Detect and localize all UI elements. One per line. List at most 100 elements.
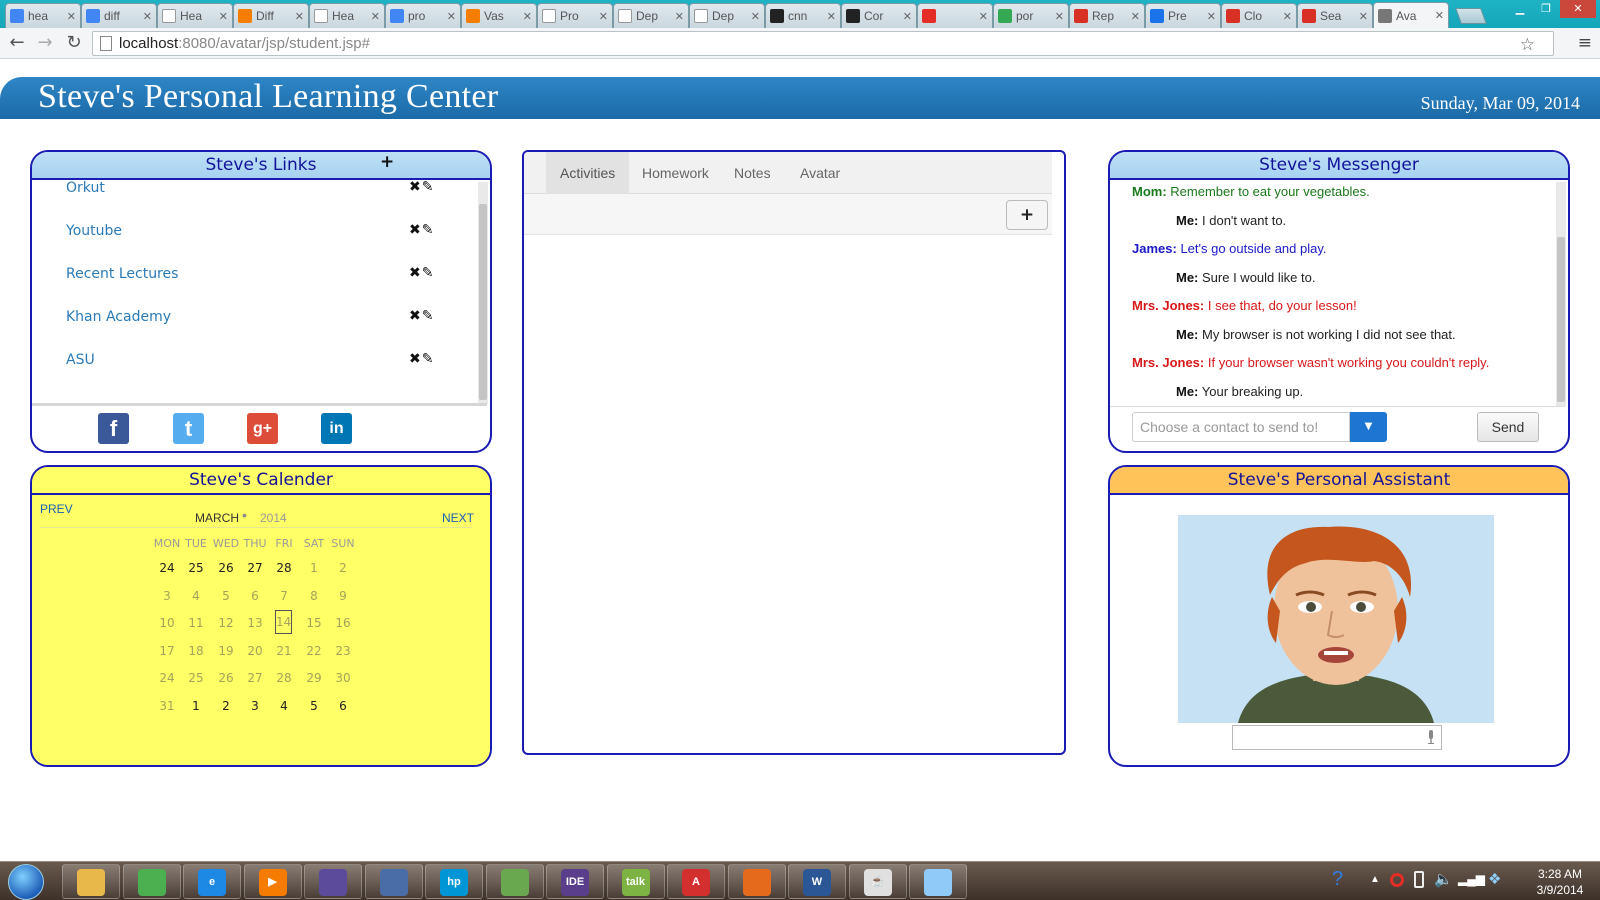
taskbar-app-java[interactable]: ☕ [848,864,907,899]
beats-audio-icon[interactable] [1390,873,1404,887]
browser-tab[interactable]: Sea ✕ [1297,3,1373,28]
messenger-scrollbar[interactable] [1556,182,1566,406]
calendar-day[interactable]: 21 [272,644,296,658]
link-item[interactable]: Orkut [66,180,105,196]
assistant-avatar[interactable] [1178,515,1494,723]
restore-icon[interactable]: ❐ [1534,0,1558,18]
reload-icon[interactable]: ↻ [62,32,86,54]
edit-link-icon[interactable]: ✎ [422,308,435,324]
bookmark-star-icon[interactable]: ☆ [1520,33,1535,56]
close-tab-icon[interactable]: ✕ [903,10,912,23]
calendar-day[interactable]: 27 [243,671,267,685]
minimize-icon[interactable]: ▁ [1508,0,1532,18]
back-icon[interactable]: ← [5,32,29,54]
close-tab-icon[interactable]: ✕ [1435,9,1444,22]
calendar-day[interactable]: 24 [155,561,179,575]
tab-avatar[interactable]: Avatar [786,152,854,194]
browser-tab[interactable]: Hea ✕ [309,3,385,28]
show-hidden-icons[interactable]: ▲ [1370,874,1380,885]
browser-tab[interactable]: cnn ✕ [765,3,841,28]
taskbar-app-chrome[interactable] [122,864,181,899]
address-bar[interactable]: localhost:8080/avatar/jsp/student.jsp# ☆ [92,31,1554,56]
taskbar-app-hp[interactable]: hp [425,864,483,899]
google-plus-icon[interactable]: g+ [247,413,278,444]
new-tab-button[interactable] [1455,8,1487,24]
forward-icon[interactable]: → [33,32,57,54]
taskbar-app-remote-desktop[interactable] [364,864,423,899]
calendar-day[interactable]: 1 [184,699,208,713]
calendar-day[interactable]: 20 [243,644,267,658]
calendar-day[interactable]: 13 [243,616,267,630]
browser-tab[interactable]: Dep ✕ [613,3,689,28]
calendar-day[interactable]: 5 [302,699,326,713]
close-tab-icon[interactable]: ✕ [1131,10,1140,23]
calendar-day[interactable]: 11 [184,616,208,630]
calendar-day[interactable]: 17 [155,644,179,658]
tab-activities[interactable]: Activities [546,152,630,194]
browser-tab[interactable]: Cor ✕ [841,3,917,28]
link-item[interactable]: Recent Lectures [66,266,178,282]
calendar-day[interactable]: 6 [331,699,355,713]
close-tab-icon[interactable]: ✕ [1283,10,1292,23]
taskbar-app-paint[interactable] [909,864,967,899]
close-tab-icon[interactable]: ✕ [523,10,532,23]
twitter-icon[interactable]: t [173,413,204,444]
delete-link-icon[interactable]: ✖ [409,222,422,238]
edit-link-icon[interactable]: ✎ [422,351,435,367]
network-signal-icon[interactable]: ▂▄▆ [1458,872,1485,886]
contact-input[interactable]: Choose a contact to send to! [1132,412,1350,442]
browser-tab[interactable]: por ✕ [993,3,1069,28]
speech-input[interactable] [1232,725,1442,750]
dropbox-icon[interactable]: ❖ [1488,870,1501,888]
battery-icon[interactable] [1414,871,1424,888]
browser-tab[interactable]: Pre ✕ [1145,3,1221,28]
calendar-day[interactable]: 18 [184,644,208,658]
calendar-next-link[interactable]: NEXT [442,511,474,525]
browser-tab[interactable]: Clo ✕ [1221,3,1297,28]
taskbar-app-internet-explorer[interactable]: e [183,864,241,899]
close-tab-icon[interactable]: ✕ [219,10,228,23]
taskbar-app-chart-app[interactable] [485,864,544,899]
calendar-day[interactable]: 27 [243,561,267,575]
add-activity-button[interactable]: + [1006,200,1048,230]
calendar-day[interactable]: 4 [184,589,208,603]
calendar-day[interactable]: 9 [331,589,355,603]
calendar-day[interactable]: 15 [302,616,326,630]
link-item[interactable]: Youtube [66,223,122,239]
taskbar-app-word[interactable]: W [788,864,846,899]
browser-tab[interactable]: Ava ✕ [1373,2,1449,28]
close-tab-icon[interactable]: ✕ [295,10,304,23]
calendar-day[interactable]: 31 [155,699,179,713]
browser-tab[interactable]: Dep ✕ [689,3,765,28]
close-tab-icon[interactable]: ✕ [143,10,152,23]
taskbar-app-explorer[interactable] [62,864,120,899]
browser-tab[interactable]: Rep ✕ [1069,3,1145,28]
calendar-day-today[interactable]: 14 [275,610,292,634]
calendar-day[interactable]: 26 [214,671,238,685]
calendar-day[interactable]: 10 [155,616,179,630]
calendar-day[interactable]: 2 [331,561,355,575]
calendar-day[interactable]: 30 [331,671,355,685]
edit-link-icon[interactable]: ✎ [422,222,435,238]
calendar-day[interactable]: 23 [331,644,355,658]
calendar-prev-link[interactable]: PREV [40,502,73,516]
calendar-day[interactable]: 28 [272,671,296,685]
calendar-day[interactable]: 28 [272,561,296,575]
taskbar-app-adobe-reader[interactable]: A [667,864,725,899]
calendar-day[interactable]: 12 [214,616,238,630]
close-tab-icon[interactable]: ✕ [1055,10,1064,23]
browser-tab[interactable]: Pro ✕ [537,3,613,28]
taskbar-app-eclipse[interactable] [304,864,362,899]
browser-tab[interactable]: hea ✕ [5,3,81,28]
browser-tab[interactable]: Diff ✕ [233,3,309,28]
close-tab-icon[interactable]: ✕ [979,10,988,23]
taskbar-clock[interactable]: 3:28 AM 3/9/2014 [1525,866,1595,898]
calendar-day[interactable]: 2 [214,699,238,713]
calendar-day[interactable]: 16 [331,616,355,630]
close-tab-icon[interactable]: ✕ [371,10,380,23]
calendar-day[interactable]: 22 [302,644,326,658]
browser-tab[interactable]: ✕ [917,3,993,28]
close-window-icon[interactable]: ✕ [1560,0,1596,18]
calendar-day[interactable]: 24 [155,671,179,685]
close-tab-icon[interactable]: ✕ [675,10,684,23]
